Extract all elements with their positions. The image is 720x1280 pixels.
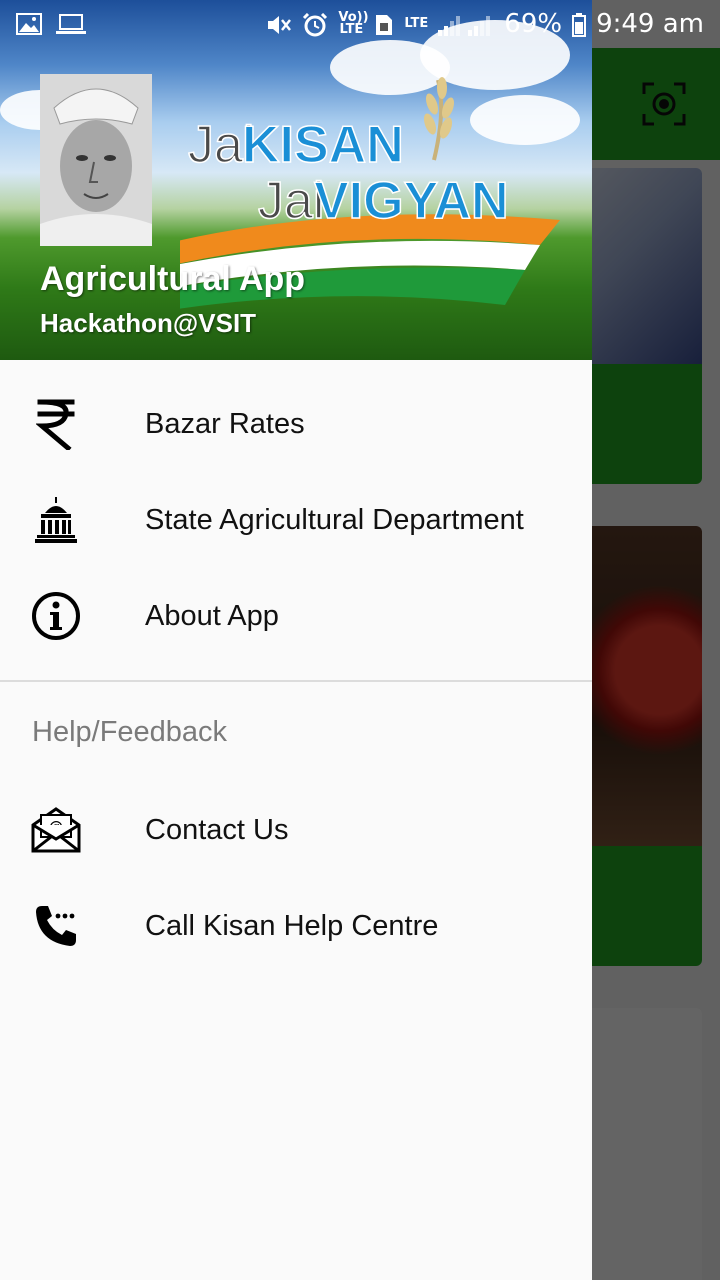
mute-icon bbox=[266, 13, 292, 35]
menu-item-label: About App bbox=[145, 599, 279, 632]
clock-time: 9:49 am bbox=[596, 9, 704, 39]
navigation-drawer: Jai KISAN Jai VIGYAN Agricultural App Ha… bbox=[0, 0, 592, 1280]
battery-icon bbox=[572, 13, 587, 37]
lte-indicator: LTE bbox=[404, 16, 429, 31]
menu-item-label: Bazar Rates bbox=[145, 407, 305, 440]
battery-percent: 69% bbox=[504, 9, 563, 39]
signal-strength-icon bbox=[438, 13, 494, 36]
rupee-icon bbox=[28, 396, 84, 452]
menu-item-call-kisan-help-centre[interactable]: Call Kisan Help Centre bbox=[0, 878, 592, 974]
menu-item-bazar-rates[interactable]: Bazar Rates bbox=[0, 376, 592, 472]
email-envelope-icon: @ bbox=[28, 802, 84, 858]
info-icon bbox=[28, 588, 84, 644]
menu-item-contact-us[interactable]: @ Contact Us bbox=[0, 782, 592, 878]
drawer-header: Jai KISAN Jai VIGYAN Agricultural App Ha… bbox=[0, 0, 592, 360]
menu-item-state-agricultural-department[interactable]: State Agricultural Department bbox=[0, 472, 592, 568]
gallery-notification-icon bbox=[16, 13, 42, 35]
drawer-app-subtitle: Hackathon@VSIT bbox=[40, 308, 257, 338]
volte-indicator: Vo)) LTE bbox=[338, 10, 369, 37]
menu-item-label: State Agricultural Department bbox=[145, 503, 524, 536]
menu-item-about-app[interactable]: About App bbox=[0, 568, 592, 664]
drawer-app-name: Agricultural App bbox=[40, 260, 306, 298]
svg-text:VIGYAN: VIGYAN bbox=[314, 172, 509, 230]
status-bar: Vo)) LTE LTE 69% 9:49 am bbox=[0, 0, 720, 48]
sim-card-icon bbox=[374, 13, 394, 35]
alarm-icon bbox=[302, 12, 328, 37]
drawer-menu: Bazar Rates State Agricultural Departmen… bbox=[0, 360, 592, 974]
svg-text:KISAN: KISAN bbox=[242, 116, 404, 174]
phone-call-icon bbox=[28, 898, 84, 954]
help-feedback-section-title: Help/Feedback bbox=[32, 715, 228, 748]
laptop-notification-icon bbox=[56, 13, 86, 35]
menu-item-label: Call Kisan Help Centre bbox=[145, 909, 439, 942]
government-building-icon bbox=[28, 492, 84, 548]
portrait-image bbox=[40, 74, 152, 246]
menu-item-label: Contact Us bbox=[145, 813, 289, 846]
